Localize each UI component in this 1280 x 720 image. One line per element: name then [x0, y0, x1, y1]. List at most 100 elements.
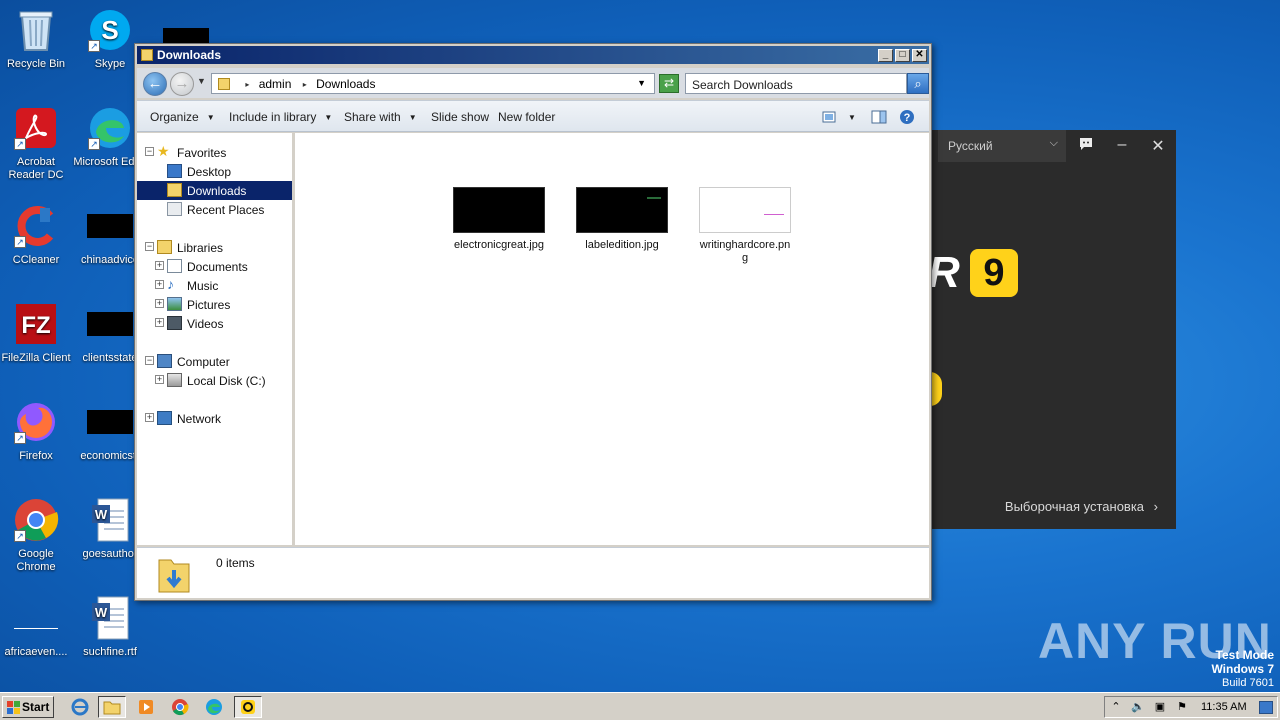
desktop-icon-label: Acrobat Reader DC — [8, 156, 64, 181]
language-value: Русский — [948, 139, 993, 153]
nav-favorites[interactable]: − ★ Favorites — [137, 143, 292, 162]
breadcrumb-admin[interactable]: admin — [259, 77, 292, 91]
minimize-button[interactable]: _ — [878, 49, 893, 62]
search-input[interactable]: Search Downloads — [685, 73, 907, 94]
file-item[interactable]: labeledition.jpg — [567, 187, 677, 252]
nav-desktop[interactable]: Desktop — [137, 162, 292, 181]
minimize-icon[interactable]: – — [1112, 136, 1132, 154]
breadcrumb-downloads[interactable]: Downloads — [316, 77, 375, 91]
show-desktop-icon[interactable] — [1259, 701, 1273, 714]
expand-icon[interactable]: + — [155, 299, 164, 308]
close-icon[interactable]: ✕ — [1148, 136, 1168, 156]
nav-music[interactable]: + ♪ Music — [137, 276, 292, 295]
shortcut-arrow-icon: ↗ — [88, 40, 100, 52]
desktop-icon-ccleaner[interactable]: ↗ CCleaner — [0, 202, 74, 267]
recent-pages-dropdown-icon[interactable]: ▼ — [197, 76, 206, 86]
filezilla-icon: FZ — [12, 300, 60, 348]
forward-button[interactable]: → — [170, 72, 194, 96]
explorer-window[interactable]: Downloads _ □ ✕ ← → ▼ ▸ admin ▸ Download… — [134, 43, 932, 601]
expand-icon[interactable]: + — [155, 318, 164, 327]
expand-icon[interactable]: + — [145, 413, 154, 422]
recent-places-icon — [167, 202, 182, 216]
collapse-icon[interactable]: − — [145, 147, 154, 156]
share-with-button[interactable]: Share with ▼ — [344, 110, 417, 124]
slide-show-button[interactable]: Slide show — [431, 110, 489, 124]
desktop-icon-filezilla[interactable]: FZ FileZilla Client — [0, 300, 74, 365]
collapse-icon[interactable]: − — [145, 242, 154, 251]
help-icon[interactable]: ? — [899, 109, 915, 125]
desktop-icon-chrome[interactable]: ↗ Google Chrome — [0, 496, 74, 574]
desktop-icon-africaeven[interactable]: africaeven.... — [0, 594, 74, 659]
clock[interactable]: 11:35 AM — [1201, 701, 1247, 713]
include-in-library-button[interactable]: Include in library ▼ — [229, 110, 332, 124]
word-document-icon: W — [86, 496, 134, 544]
address-bar[interactable]: ▸ admin ▸ Downloads ▼ — [211, 73, 655, 94]
nav-recent-places[interactable]: Recent Places — [137, 200, 292, 219]
nav-local-disk[interactable]: + Local Disk (C:) — [137, 371, 292, 390]
taskbar-ie-icon[interactable] — [66, 696, 94, 718]
start-button[interactable]: Start — [2, 696, 54, 718]
dropdown-arrow-icon: ▼ — [324, 113, 333, 122]
close-button[interactable]: ✕ — [912, 49, 927, 62]
installer-window[interactable]: Русский ⌵ – ✕ R 9 Выборочная установка › — [900, 130, 1176, 529]
content-area: − ★ Favorites Desktop Downloads Recent P… — [137, 133, 929, 545]
view-options-dropdown-icon[interactable]: ▼ — [848, 113, 856, 122]
volume-icon[interactable]: 🔈 — [1131, 701, 1145, 714]
nav-libraries[interactable]: − Libraries — [137, 238, 292, 257]
file-item[interactable]: electronicgreat.jpg — [444, 187, 554, 252]
taskbar-chrome-icon[interactable] — [166, 696, 194, 718]
maximize-button[interactable]: □ — [895, 49, 910, 62]
file-item[interactable]: writinghardcore.png — [690, 187, 800, 265]
new-folder-button[interactable]: New folder — [498, 110, 555, 124]
nav-network[interactable]: + Network — [137, 409, 292, 428]
change-view-icon[interactable] — [821, 109, 837, 125]
window-title: Downloads — [157, 48, 222, 62]
refresh-button[interactable]: ⇄ — [659, 74, 679, 93]
custom-install-link[interactable]: Выборочная установка › — [1005, 499, 1158, 514]
expand-icon[interactable]: + — [155, 280, 164, 289]
build-line: Build 7601 — [1222, 677, 1274, 689]
image-thumbnail — [699, 187, 791, 233]
nav-downloads[interactable]: Downloads — [137, 181, 292, 200]
nav-computer[interactable]: − Computer — [137, 352, 292, 371]
preview-pane-icon[interactable] — [871, 109, 887, 125]
desktop-icon-suchfine[interactable]: W suchfine.rtf — [72, 594, 148, 659]
svg-text:W: W — [95, 507, 108, 522]
file-thumbnail-icon — [86, 202, 134, 250]
breadcrumb-chevron-icon[interactable]: ▸ — [245, 80, 249, 89]
windows-flag-icon — [7, 701, 20, 714]
search-icon[interactable]: ⌕ — [907, 73, 929, 94]
file-name: writinghardcore.png — [699, 239, 791, 264]
organize-button[interactable]: Organize ▼ — [150, 110, 215, 124]
breadcrumb-chevron-icon[interactable]: ▸ — [303, 80, 307, 89]
show-hidden-icons-icon[interactable]: ⌃ — [1109, 701, 1123, 714]
nav-videos[interactable]: + Videos — [137, 314, 292, 333]
back-button[interactable]: ← — [143, 72, 167, 96]
expand-icon[interactable]: + — [155, 261, 164, 270]
svg-text:W: W — [95, 605, 108, 620]
title-bar[interactable]: Downloads _ □ ✕ — [137, 46, 929, 64]
network-tray-icon[interactable]: ▣ — [1153, 701, 1167, 714]
feedback-icon[interactable] — [1076, 136, 1096, 157]
action-center-flag-icon[interactable]: ⚑ — [1175, 701, 1189, 714]
taskbar-installer-icon[interactable] — [234, 696, 262, 718]
expand-icon[interactable]: + — [155, 375, 164, 384]
file-thumbnail-icon — [86, 398, 134, 446]
redacted-block — [163, 28, 209, 44]
address-dropdown-icon[interactable]: ▼ — [637, 78, 646, 88]
address-row: ← → ▼ ▸ admin ▸ Downloads ▼ ⇄ Search Dow… — [137, 68, 929, 98]
folder-icon — [141, 49, 153, 61]
taskbar-media-player-icon[interactable] — [132, 696, 160, 718]
taskbar-explorer-icon[interactable] — [98, 696, 126, 718]
language-select[interactable]: Русский ⌵ — [938, 130, 1066, 162]
libraries-icon — [157, 240, 172, 254]
desktop-icon-acrobat[interactable]: ↗ Acrobat Reader DC — [0, 104, 74, 182]
desktop-icon-firefox[interactable]: ↗ Firefox — [0, 398, 74, 463]
desktop-icon-recycle-bin[interactable]: Recycle Bin — [0, 6, 74, 71]
nav-documents[interactable]: + Documents — [137, 257, 292, 276]
nav-pictures[interactable]: + Pictures — [137, 295, 292, 314]
taskbar-edge-icon[interactable] — [200, 696, 228, 718]
collapse-icon[interactable]: − — [145, 356, 154, 365]
start-label: Start — [22, 700, 50, 714]
system-tray: ⌃ 🔈 ▣ ⚑ 11:35 AM — [1104, 696, 1278, 718]
